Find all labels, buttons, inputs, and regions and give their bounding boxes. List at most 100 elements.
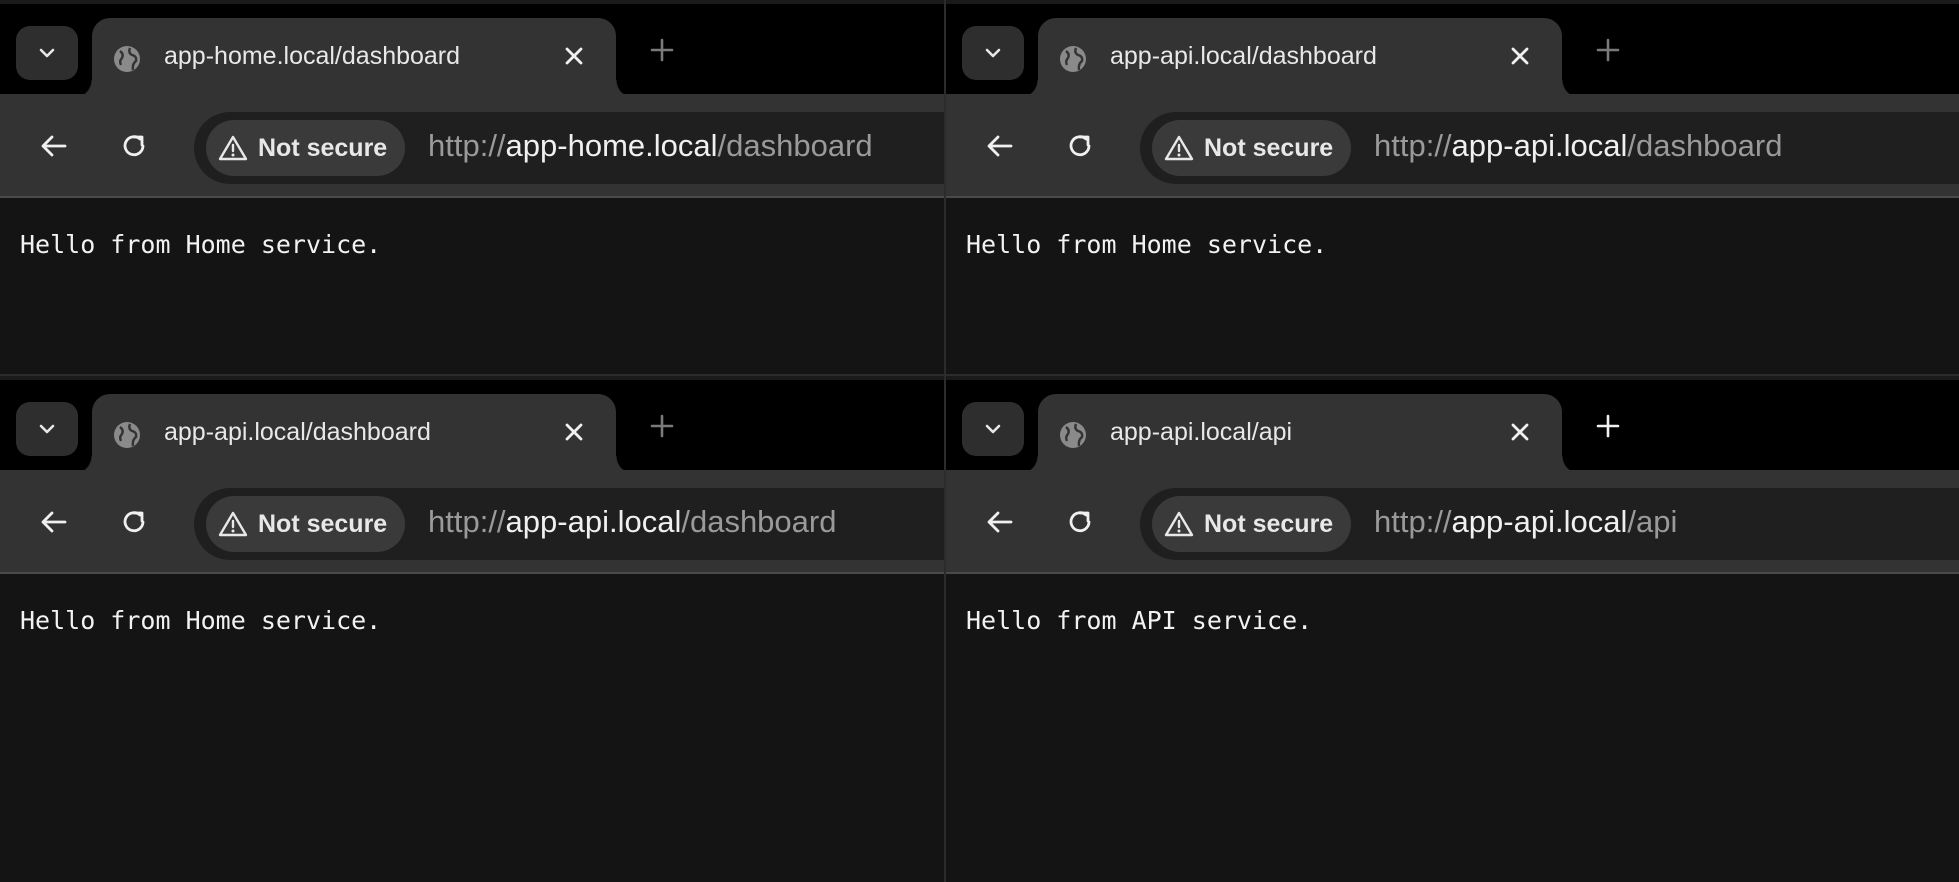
chevron-down-icon bbox=[985, 48, 1001, 58]
close-icon bbox=[1511, 423, 1529, 441]
arrow-left-icon bbox=[41, 135, 67, 157]
back-button[interactable] bbox=[32, 500, 76, 544]
tab-search-button[interactable] bbox=[16, 402, 78, 456]
reload-icon bbox=[1069, 511, 1091, 533]
reload-button[interactable] bbox=[112, 500, 156, 544]
url-scheme: http:// bbox=[428, 128, 506, 163]
warning-triangle-icon bbox=[1164, 511, 1194, 537]
tab-search-button[interactable] bbox=[962, 26, 1024, 80]
address-bar[interactable]: Not secure http://app-api.local/dashboar… bbox=[194, 488, 944, 560]
page-content: Hello from API service. bbox=[946, 574, 1959, 882]
plus-icon bbox=[650, 38, 674, 62]
new-tab-button[interactable] bbox=[1590, 408, 1626, 444]
page-content: Hello from Home service. bbox=[0, 198, 944, 374]
tab-search-button[interactable] bbox=[16, 26, 78, 80]
chevron-down-icon bbox=[39, 48, 55, 58]
browser-window-top-left: app-home.local/dashboard Not secure http… bbox=[0, 0, 944, 374]
chevron-down-icon bbox=[39, 424, 55, 434]
toolbar: Not secure http://app-api.local/api bbox=[946, 470, 1959, 574]
url-host: app-api.local bbox=[1451, 128, 1628, 163]
reload-icon bbox=[123, 135, 145, 157]
warning-triangle-icon bbox=[1164, 135, 1194, 161]
url-host: app-api.local bbox=[505, 504, 682, 539]
globe-icon bbox=[114, 46, 140, 72]
url-path: /dashboard bbox=[717, 128, 873, 163]
security-label: Not secure bbox=[1204, 509, 1334, 538]
back-button[interactable] bbox=[978, 124, 1022, 168]
url-host: app-api.local bbox=[1451, 504, 1628, 539]
tab-close-button[interactable] bbox=[1502, 38, 1538, 74]
plus-icon bbox=[1596, 38, 1620, 62]
globe-icon bbox=[114, 422, 140, 448]
tab-close-button[interactable] bbox=[556, 414, 592, 450]
tab-close-button[interactable] bbox=[556, 38, 592, 74]
page-text: Hello from API service. bbox=[966, 606, 1313, 635]
active-tab[interactable]: app-home.local/dashboard bbox=[74, 18, 634, 98]
security-chip[interactable]: Not secure bbox=[206, 496, 406, 552]
url-scheme: http:// bbox=[1374, 504, 1452, 539]
tab-strip: app-home.local/dashboard bbox=[0, 0, 944, 98]
url-text: http://app-api.local/api bbox=[1374, 504, 1677, 540]
warning-triangle-icon bbox=[218, 511, 248, 537]
url-text: http://app-home.local/dashboard bbox=[428, 128, 873, 164]
reload-button[interactable] bbox=[1058, 124, 1102, 168]
reload-button[interactable] bbox=[112, 124, 156, 168]
close-icon bbox=[1511, 47, 1529, 65]
close-icon bbox=[565, 47, 583, 65]
active-tab[interactable]: app-api.local/dashboard bbox=[1020, 18, 1580, 98]
url-path: /api bbox=[1627, 504, 1678, 539]
tab-title: app-api.local/dashboard bbox=[164, 418, 431, 446]
browser-window-top-right: app-api.local/dashboard Not secure http:… bbox=[944, 0, 1959, 374]
url-scheme: http:// bbox=[428, 504, 506, 539]
address-bar[interactable]: Not secure http://app-home.local/dashboa… bbox=[194, 112, 944, 184]
browser-window-bottom-left: app-api.local/dashboard Not secure http:… bbox=[0, 374, 944, 882]
arrow-left-icon bbox=[41, 511, 67, 533]
url-scheme: http:// bbox=[1374, 128, 1452, 163]
reload-icon bbox=[1069, 135, 1091, 157]
address-bar[interactable]: Not secure http://app-api.local/dashboar… bbox=[1140, 112, 1959, 184]
tab-close-button[interactable] bbox=[1502, 414, 1538, 450]
url-path: /dashboard bbox=[681, 504, 837, 539]
toolbar: Not secure http://app-home.local/dashboa… bbox=[0, 94, 944, 198]
page-text: Hello from Home service. bbox=[20, 606, 382, 635]
arrow-left-icon bbox=[987, 511, 1013, 533]
page-content: Hello from Home service. bbox=[0, 574, 944, 882]
active-tab[interactable]: app-api.local/dashboard bbox=[74, 394, 634, 474]
url-host: app-home.local bbox=[505, 128, 718, 163]
globe-icon bbox=[1060, 422, 1086, 448]
url-path: /dashboard bbox=[1627, 128, 1783, 163]
reload-button[interactable] bbox=[1058, 500, 1102, 544]
back-button[interactable] bbox=[978, 500, 1022, 544]
url-text: http://app-api.local/dashboard bbox=[428, 504, 836, 540]
tab-search-button[interactable] bbox=[962, 402, 1024, 456]
new-tab-button[interactable] bbox=[644, 408, 680, 444]
page-text: Hello from Home service. bbox=[20, 230, 382, 259]
security-label: Not secure bbox=[258, 133, 388, 162]
plus-icon bbox=[650, 414, 674, 438]
chevron-down-icon bbox=[985, 424, 1001, 434]
tab-title: app-api.local/api bbox=[1110, 418, 1293, 446]
browser-window-grid: app-home.local/dashboard Not secure http… bbox=[0, 0, 1959, 882]
reload-icon bbox=[123, 511, 145, 533]
tab-strip: app-api.local/api bbox=[946, 376, 1959, 474]
security-chip[interactable]: Not secure bbox=[1152, 120, 1352, 176]
arrow-left-icon bbox=[987, 135, 1013, 157]
security-label: Not secure bbox=[1204, 133, 1334, 162]
back-button[interactable] bbox=[32, 124, 76, 168]
security-chip[interactable]: Not secure bbox=[206, 120, 406, 176]
tab-title: app-api.local/dashboard bbox=[1110, 42, 1377, 70]
page-content: Hello from Home service. bbox=[946, 198, 1959, 374]
tab-strip: app-api.local/dashboard bbox=[0, 376, 944, 474]
new-tab-button[interactable] bbox=[1590, 32, 1626, 68]
url-text: http://app-api.local/dashboard bbox=[1374, 128, 1782, 164]
browser-window-bottom-right: app-api.local/api Not secure http://app-… bbox=[944, 374, 1959, 882]
new-tab-button[interactable] bbox=[644, 32, 680, 68]
tab-title: app-home.local/dashboard bbox=[164, 42, 461, 70]
active-tab[interactable]: app-api.local/api bbox=[1020, 394, 1580, 474]
tab-strip: app-api.local/dashboard bbox=[946, 0, 1959, 98]
security-chip[interactable]: Not secure bbox=[1152, 496, 1352, 552]
close-icon bbox=[565, 423, 583, 441]
security-label: Not secure bbox=[258, 509, 388, 538]
toolbar: Not secure http://app-api.local/dashboar… bbox=[0, 470, 944, 574]
address-bar[interactable]: Not secure http://app-api.local/api bbox=[1140, 488, 1959, 560]
